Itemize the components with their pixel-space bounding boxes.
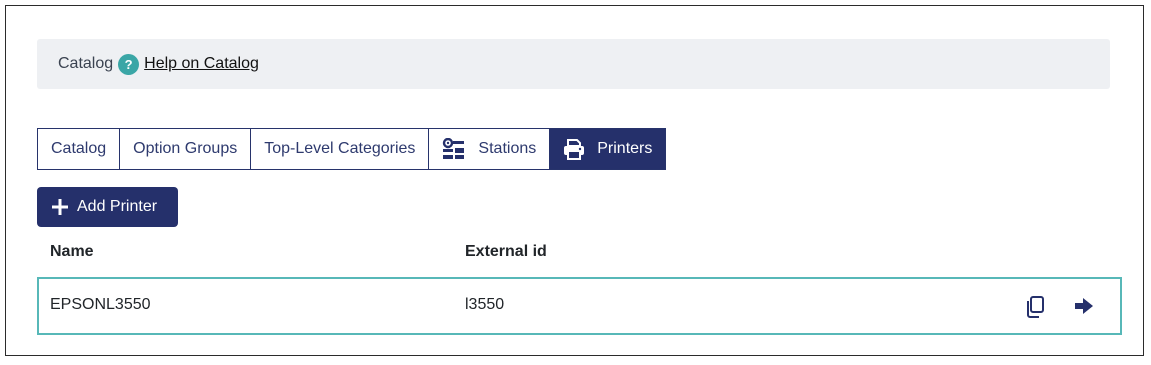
tab-label: Catalog: [51, 140, 107, 157]
stations-icon: [442, 138, 466, 160]
page-frame: Catalog ? Help on Catalog Catalog Option…: [5, 5, 1144, 356]
breadcrumb-label: Catalog: [58, 55, 114, 72]
tab-label: Top-Level Categories: [264, 140, 416, 157]
tab-stations[interactable]: Stations: [428, 128, 551, 170]
column-header-external-id[interactable]: External id: [465, 243, 547, 261]
add-printer-label: Add Printer: [77, 198, 158, 215]
copy-icon[interactable]: [1024, 295, 1046, 319]
printer-icon: [563, 138, 585, 160]
plus-icon: [51, 198, 69, 216]
tab-bar: Catalog Option Groups Top-Level Categori…: [37, 128, 667, 170]
tab-label: Stations: [478, 140, 537, 157]
tab-label: Option Groups: [133, 140, 238, 157]
tab-catalog[interactable]: Catalog: [37, 128, 121, 170]
arrow-right-icon[interactable]: [1074, 297, 1094, 315]
tab-top-level-categories[interactable]: Top-Level Categories: [250, 128, 430, 170]
tab-printers[interactable]: Printers: [549, 128, 667, 170]
table-row[interactable]: EPSONL3550 l3550: [37, 277, 1122, 335]
add-printer-button[interactable]: Add Printer: [37, 187, 178, 227]
printer-name: EPSONL3550: [50, 296, 151, 313]
printer-external-id: l3550: [465, 296, 505, 313]
help-icon[interactable]: ?: [118, 53, 140, 75]
tab-label: Printers: [597, 140, 653, 157]
column-header-name[interactable]: Name: [50, 243, 94, 261]
tab-option-groups[interactable]: Option Groups: [119, 128, 252, 170]
breadcrumb: Catalog ? Help on Catalog: [37, 39, 1110, 89]
help-link[interactable]: Help on Catalog: [144, 55, 259, 73]
